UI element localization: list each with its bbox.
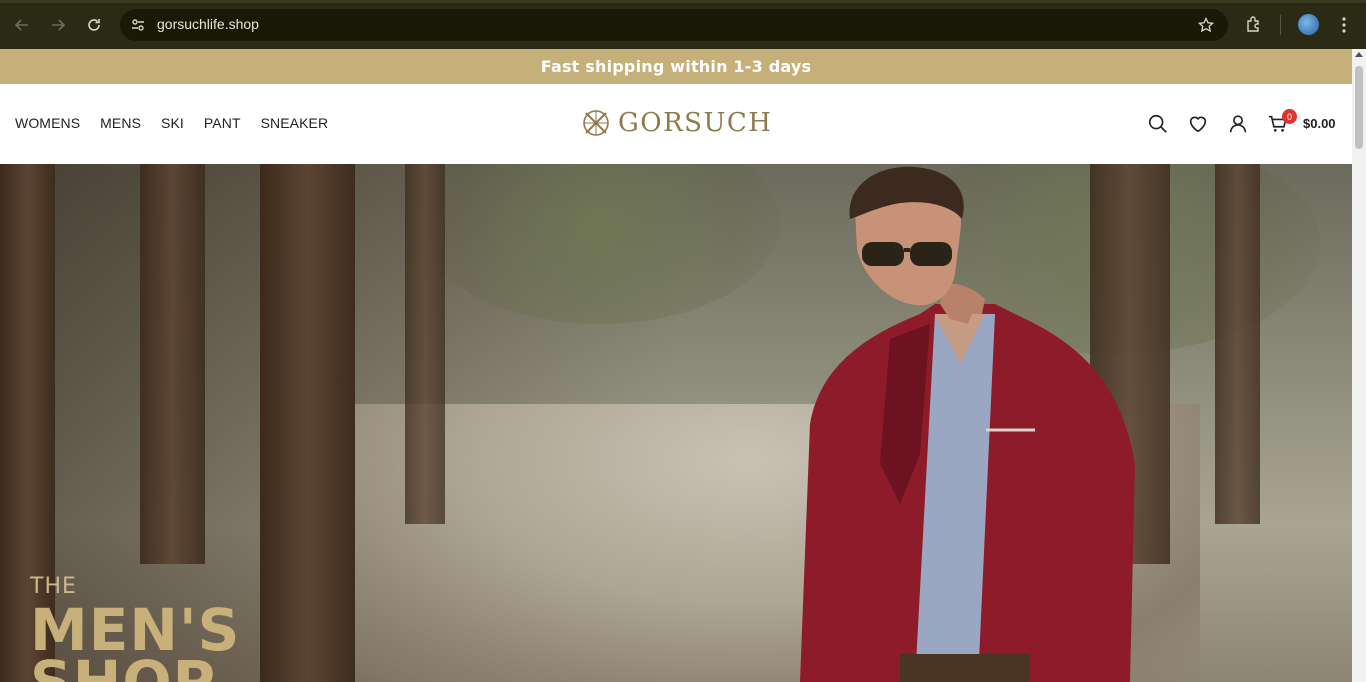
logo-wordmark: GORSUCH: [618, 108, 773, 138]
scroll-up-arrow-icon[interactable]: [1355, 52, 1363, 57]
cart-count-badge: 0: [1282, 109, 1297, 124]
hero-background-tree: [140, 164, 205, 564]
forward-arrow-icon[interactable]: [45, 12, 71, 38]
promo-text: Fast shipping within 1-3 days: [540, 57, 812, 76]
site-header: WOMENS MENS SKI PANT SNEAKER GORSUCH 0 $…: [0, 84, 1352, 164]
back-arrow-icon[interactable]: [9, 12, 35, 38]
hero-background-foliage: [420, 164, 780, 324]
kebab-menu-icon[interactable]: [1334, 13, 1354, 37]
browser-toolbar: gorsuchlife.shop: [0, 0, 1366, 49]
cart-total[interactable]: $0.00: [1303, 116, 1336, 131]
extensions-icon[interactable]: [1243, 13, 1265, 35]
promo-banner: Fast shipping within 1-3 days: [0, 49, 1352, 84]
hero-title: MEN'S SHOP: [30, 601, 240, 682]
hero-background-tree: [260, 164, 355, 682]
nav-item-ski[interactable]: SKI: [161, 115, 184, 131]
url-text[interactable]: gorsuchlife.shop: [157, 16, 259, 32]
nav-item-sneaker[interactable]: SNEAKER: [261, 115, 329, 131]
reload-icon[interactable]: [81, 12, 107, 38]
logo-emblem-icon: [583, 110, 609, 136]
bookmark-star-icon[interactable]: [1196, 15, 1216, 35]
hero-banner[interactable]: THE MEN'S SHOP: [0, 164, 1352, 682]
site-info-icon[interactable]: [128, 15, 148, 35]
main-nav: WOMENS MENS SKI PANT SNEAKER: [15, 115, 348, 131]
tab-strip: [0, 0, 1366, 3]
profile-avatar[interactable]: [1298, 14, 1319, 35]
site-logo[interactable]: GORSUCH: [580, 106, 772, 140]
hero-title-line: SHOP: [30, 648, 217, 682]
nav-item-womens[interactable]: WOMENS: [15, 115, 80, 131]
hero-background-tree: [1215, 164, 1260, 524]
account-user-icon[interactable]: [1226, 112, 1250, 136]
wishlist-heart-icon[interactable]: [1186, 112, 1210, 136]
nav-item-mens[interactable]: MENS: [100, 115, 141, 131]
hero-background-tree: [405, 164, 445, 524]
scrollbar-thumb[interactable]: [1355, 66, 1363, 149]
search-icon[interactable]: [1146, 112, 1170, 136]
address-bar[interactable]: gorsuchlife.shop: [120, 9, 1228, 41]
nav-item-pant[interactable]: PANT: [204, 115, 241, 131]
page-scrollbar[interactable]: [1352, 49, 1366, 682]
hero-model-image: [800, 166, 1135, 682]
toolbar-separator: [1280, 15, 1281, 35]
